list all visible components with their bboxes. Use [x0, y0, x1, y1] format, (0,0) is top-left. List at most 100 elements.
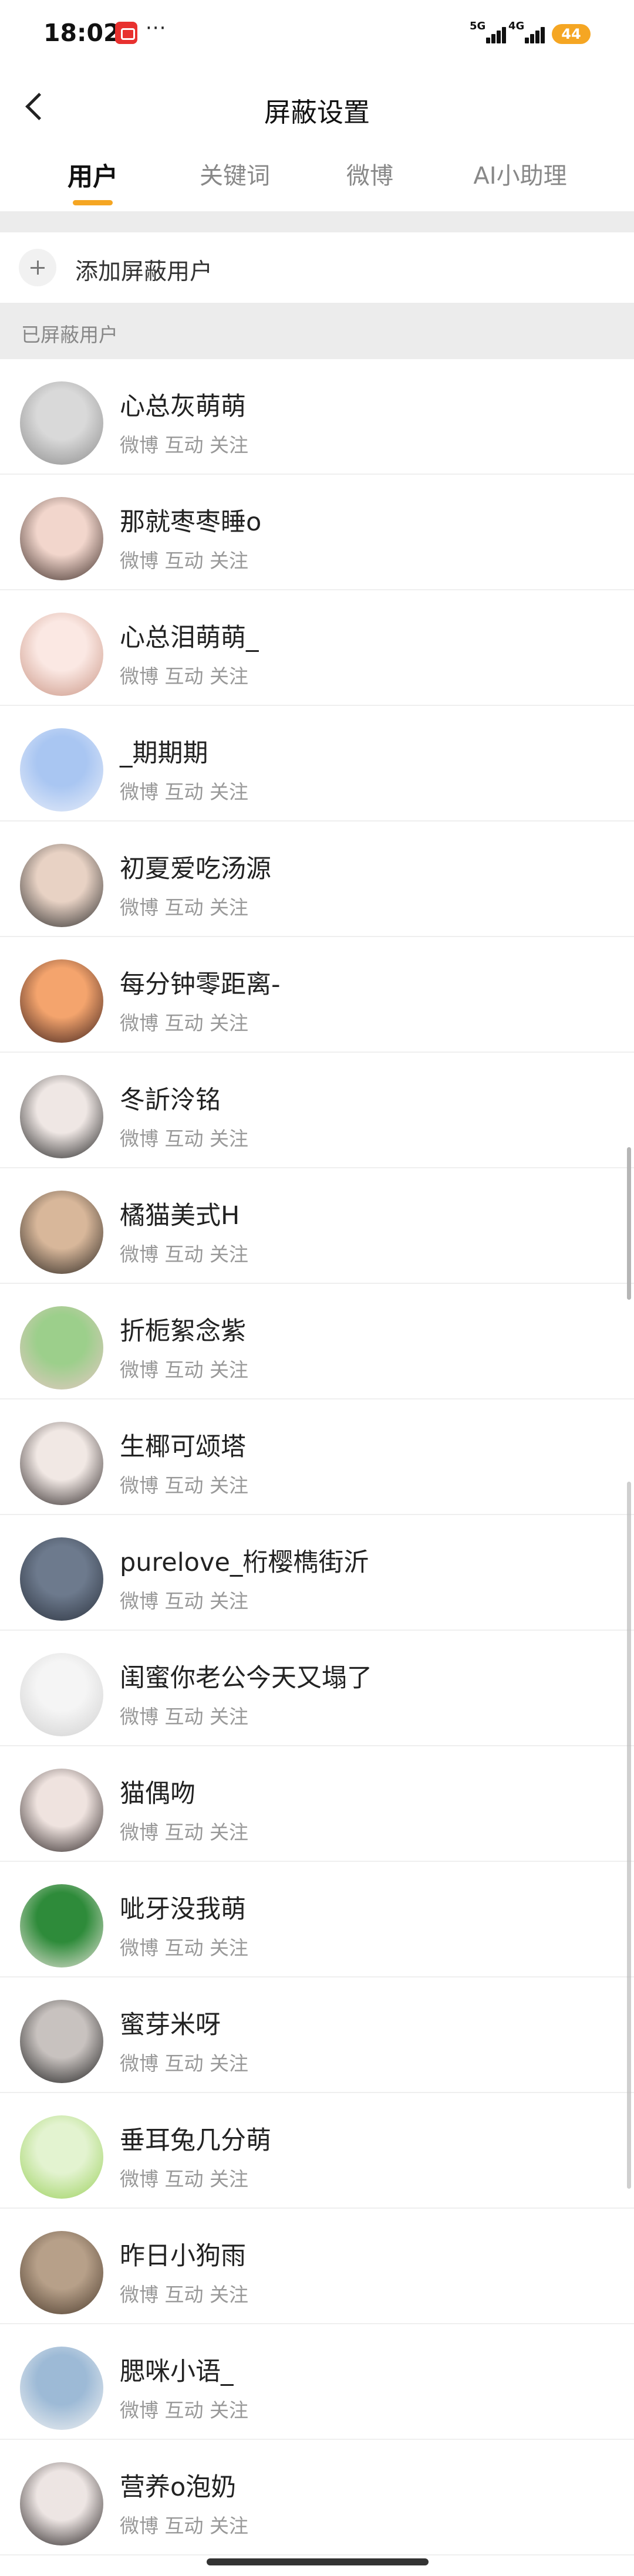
avatar[interactable] — [20, 2462, 103, 2545]
nav-header: 屏蔽设置 — [0, 67, 634, 144]
user-name: 蜜芽米呀 — [120, 2010, 221, 2040]
signal-5g-label: 5G — [470, 20, 486, 32]
signal-5g-icon: 5G — [470, 20, 506, 45]
user-name: 生椰可颂塔 — [120, 1432, 246, 1462]
avatar[interactable] — [20, 959, 103, 1043]
user-name: purelove_桁樱檇街沂 — [120, 1548, 369, 1577]
scrollbar-track-segment — [627, 1482, 631, 2189]
user-name: 呲牙没我萌 — [120, 1895, 246, 1924]
user-block-scope: 微博 互动 关注 — [120, 1821, 248, 1844]
user-name: 心总泪萌萌_ — [120, 623, 259, 653]
list-item[interactable]: 生椰可颂塔微博 互动 关注 — [0, 1399, 634, 1515]
user-name: 闺蜜你老公今天又塌了 — [120, 1664, 372, 1693]
list-item[interactable]: 闺蜜你老公今天又塌了微博 互动 关注 — [0, 1631, 634, 1746]
signal-4g-icon: 4G — [508, 20, 545, 45]
list-item[interactable]: 冬訢泠铭微博 互动 关注 — [0, 1053, 634, 1168]
section-divider — [0, 211, 634, 232]
list-item[interactable]: 营养o泡奶微博 互动 关注 — [0, 2440, 634, 2555]
avatar[interactable] — [20, 1422, 103, 1505]
signal-4g-label: 4G — [508, 20, 525, 32]
list-item[interactable]: purelove_桁樱檇街沂微博 互动 关注 — [0, 1515, 634, 1631]
avatar[interactable] — [20, 1306, 103, 1390]
user-block-scope: 微博 互动 关注 — [120, 780, 248, 803]
user-block-scope: 微博 互动 关注 — [120, 2168, 248, 2190]
list-item[interactable]: 橘猫美式H 微博 互动 关注 — [0, 1168, 634, 1284]
list-item[interactable]: 垂耳兔几分萌微博 互动 关注 — [0, 2093, 634, 2209]
user-name: 每分钟零距离- — [120, 970, 281, 999]
status-time: 18:02 — [43, 19, 120, 47]
avatar[interactable] — [20, 1653, 103, 1736]
avatar[interactable] — [20, 1191, 103, 1274]
list-item[interactable]: 腮咪小语_ 微博 互动 关注 — [0, 2324, 634, 2440]
list-item[interactable]: 昨日小狗雨微博 互动 关注 — [0, 2209, 634, 2324]
list-item[interactable]: 猫偶吻微博 互动 关注 — [0, 1746, 634, 1862]
avatar[interactable] — [20, 728, 103, 812]
user-block-scope: 微博 互动 关注 — [120, 1243, 248, 1266]
avatar[interactable] — [20, 2000, 103, 2083]
user-name: 冬訢泠铭 — [120, 1086, 221, 1115]
user-name: 昨日小狗雨 — [120, 2242, 246, 2271]
avatar[interactable] — [20, 1769, 103, 1852]
avatar[interactable] — [20, 497, 103, 580]
user-block-scope: 微博 互动 关注 — [120, 1127, 248, 1150]
user-name: 橘猫美式H — [120, 1201, 240, 1230]
user-name: 营养o泡奶 — [120, 2473, 237, 2502]
tab-users[interactable]: 用户 — [52, 157, 134, 192]
add-blocked-user-label: 添加屏蔽用户 — [75, 259, 213, 285]
home-indicator[interactable] — [207, 2558, 429, 2565]
scrollbar-thumb[interactable] — [627, 1147, 631, 1300]
user-block-scope: 微博 互动 关注 — [120, 2514, 248, 2537]
user-name: 腮咪小语_ — [120, 2357, 234, 2386]
list-item[interactable]: 心总灰萌萌微博 互动 关注 — [0, 359, 634, 475]
user-block-scope: 微博 互动 关注 — [120, 1012, 248, 1035]
list-item[interactable]: 初夏爱吃汤源微博 互动 关注 — [0, 822, 634, 937]
avatar[interactable] — [20, 2347, 103, 2430]
user-block-scope: 微博 互动 关注 — [120, 896, 248, 919]
avatar[interactable] — [20, 1884, 103, 1968]
avatar[interactable] — [20, 2231, 103, 2314]
tab-bar: 用户 关键词 微博 AI小助理 — [0, 144, 634, 211]
user-block-scope: 微博 互动 关注 — [120, 434, 248, 457]
user-block-scope: 微博 互动 关注 — [120, 1590, 248, 1612]
list-item[interactable]: 呲牙没我萌微博 互动 关注 — [0, 1862, 634, 1977]
more-notifications-icon: ··· — [146, 16, 167, 40]
list-item[interactable]: _期期期微博 互动 关注 — [0, 706, 634, 822]
battery-indicator: 44 — [552, 24, 591, 44]
tab-ai-assistant[interactable]: AI小助理 — [456, 157, 585, 192]
user-block-scope: 微博 互动 关注 — [120, 1358, 248, 1381]
user-name: _期期期 — [120, 739, 208, 768]
tab-weibo[interactable]: 微博 — [329, 157, 411, 192]
tab-keywords[interactable]: 关键词 — [188, 157, 282, 192]
list-item[interactable]: 心总泪萌萌_ 微博 互动 关注 — [0, 590, 634, 706]
user-block-scope: 微博 互动 关注 — [120, 2052, 248, 2075]
avatar[interactable] — [20, 381, 103, 465]
user-name: 猫偶吻 — [120, 1779, 195, 1808]
avatar[interactable] — [20, 1537, 103, 1621]
user-block-scope: 微博 互动 关注 — [120, 549, 248, 572]
add-blocked-user-button[interactable]: 添加屏蔽用户 — [0, 232, 634, 303]
avatar[interactable] — [20, 1075, 103, 1158]
user-name: 心总灰萌萌 — [120, 392, 246, 421]
user-name: 折栀絮念紫 — [120, 1317, 246, 1346]
status-bar: 18:02 ··· 5G 4G 44 — [0, 0, 634, 67]
avatar[interactable] — [20, 844, 103, 927]
user-name: 那就枣枣睡o — [120, 508, 262, 537]
blocked-user-list: 心总灰萌萌 微博 互动 关注 那就枣枣睡o 微博 互动 关注 心总泪萌萌_ 微博 互动 关… — [0, 359, 634, 2555]
active-tab-indicator — [73, 200, 113, 205]
section-label: 已屏蔽用户 — [21, 323, 118, 346]
user-block-scope: 微博 互动 关注 — [120, 2399, 248, 2422]
user-block-scope: 微博 互动 关注 — [120, 2283, 248, 2306]
user-name: 垂耳兔几分萌 — [120, 2126, 271, 2155]
user-block-scope: 微博 互动 关注 — [120, 1936, 248, 1959]
app-notification-icon — [115, 22, 137, 44]
plus-icon — [19, 249, 56, 286]
user-block-scope: 微博 互动 关注 — [120, 1705, 248, 1728]
list-item[interactable]: 蜜芽米呀微博 互动 关注 — [0, 1977, 634, 2093]
user-block-scope: 微博 互动 关注 — [120, 1474, 248, 1497]
list-item[interactable]: 那就枣枣睡o 微博 互动 关注 — [0, 475, 634, 590]
list-item[interactable]: 每分钟零距离- 微博 互动 关注 — [0, 937, 634, 1053]
avatar[interactable] — [20, 613, 103, 696]
list-item[interactable]: 折栀絮念紫微博 互动 关注 — [0, 1284, 634, 1399]
user-name: 初夏爱吃汤源 — [120, 854, 271, 884]
avatar[interactable] — [20, 2115, 103, 2199]
